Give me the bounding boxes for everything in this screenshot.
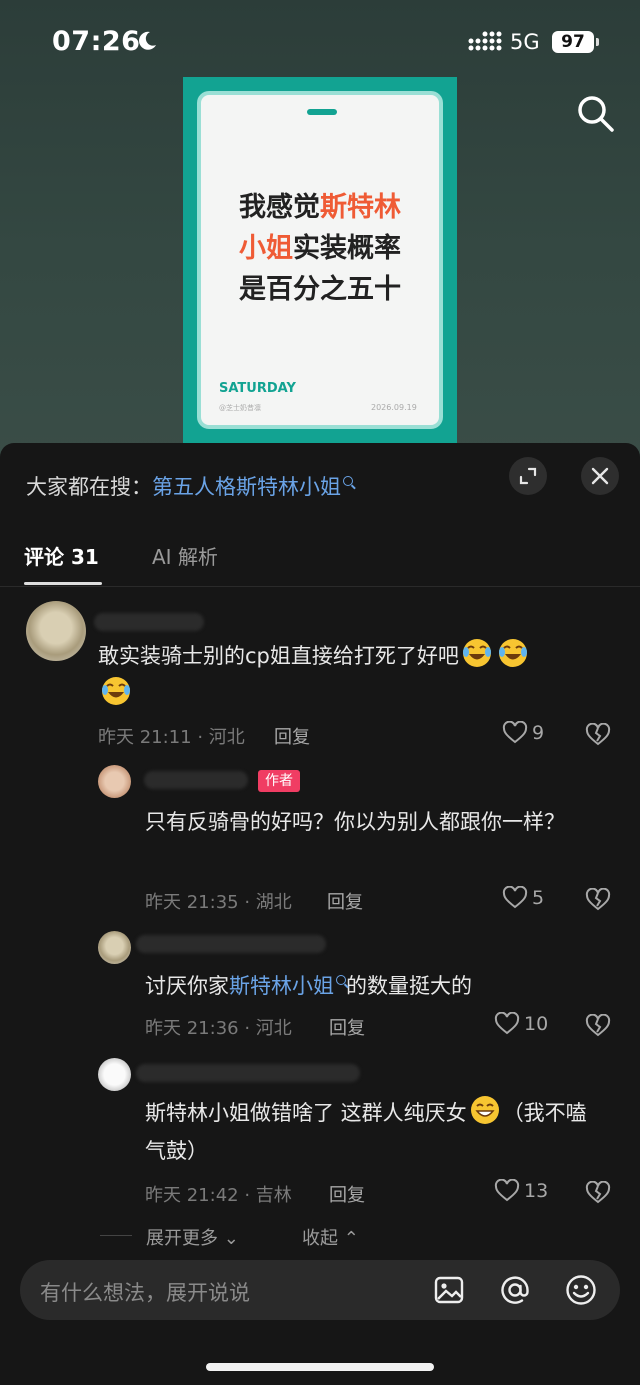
battery-tip: [596, 38, 599, 46]
like-button[interactable]: 10: [494, 1012, 548, 1036]
username-redacted[interactable]: [136, 1064, 360, 1082]
expand-button[interactable]: [509, 457, 547, 495]
search-icon[interactable]: [574, 92, 618, 136]
status-time: 07:26: [52, 26, 141, 57]
broken-heart-icon[interactable]: [585, 723, 611, 747]
poster-date: 2026.09.19: [371, 403, 417, 412]
tab-ai-analysis[interactable]: AI 解析: [152, 541, 218, 570]
heart-icon: [494, 1179, 520, 1202]
broken-heart-icon[interactable]: [585, 1181, 611, 1205]
avatar[interactable]: [98, 931, 131, 964]
reply-button[interactable]: 回复: [274, 723, 310, 749]
comment-text: 斯特林小姐做错啥了 这群人纯厌女 （我不嗑气鼓）: [145, 1094, 605, 1170]
collapse-button[interactable]: 收起 ⌃: [302, 1224, 359, 1250]
tears-of-joy-emoji: [102, 677, 130, 705]
tab-divider: [0, 586, 640, 587]
heart-icon: [502, 721, 528, 744]
broken-heart-icon[interactable]: [585, 888, 611, 912]
active-tab-indicator: [24, 582, 102, 585]
chevron-up-icon: ⌃: [338, 1228, 359, 1249]
keyword-search-icon: [343, 476, 353, 486]
username-redacted[interactable]: [136, 935, 326, 953]
hot-search-label: 大家都在搜：: [26, 475, 152, 499]
grinning-emoji: [470, 1096, 499, 1124]
comment-time-location: 昨天 21:11 · 河北: [98, 727, 245, 748]
comment-text: 讨厌你家斯特林小姐 的数量挺大的: [145, 974, 472, 998]
comment-input[interactable]: 有什么想法，展开说说: [20, 1260, 620, 1320]
close-button[interactable]: [581, 457, 619, 495]
like-count: 5: [532, 887, 545, 909]
poster-card: 我感觉斯特林 小姐实装概率 是百分之五十 SATURDAY @芝士奶昔凛 2026.…: [197, 91, 443, 429]
broken-heart-icon[interactable]: [585, 1014, 611, 1038]
like-count: 10: [524, 1013, 549, 1035]
hot-search-keyword[interactable]: 第五人格斯特林小姐: [152, 475, 341, 499]
username-redacted[interactable]: [144, 771, 248, 789]
like-button[interactable]: 5: [502, 886, 544, 910]
tears-of-joy-emoji: [462, 639, 491, 667]
like-button[interactable]: 9: [502, 721, 544, 745]
signal-icon: [468, 31, 502, 51]
comment-input-placeholder: 有什么想法，展开说说: [40, 1281, 250, 1305]
comment-time-location: 昨天 21:42 · 吉林: [145, 1185, 292, 1206]
comment-time-location: 昨天 21:35 · 湖北: [145, 892, 292, 913]
thread-divider: [100, 1235, 132, 1236]
at-icon[interactable]: [498, 1273, 532, 1307]
expand-icon: [519, 467, 537, 485]
like-button[interactable]: 13: [494, 1179, 548, 1203]
status-bar: 07:26 5G 97: [0, 0, 640, 86]
image-icon[interactable]: [432, 1273, 466, 1307]
poster-hang-slot: [307, 109, 337, 115]
battery-icon: 97: [552, 31, 594, 53]
moon-icon: [139, 31, 156, 50]
emoji-icon[interactable]: [564, 1273, 598, 1307]
expand-more-button[interactable]: 展开更多 ⌄: [146, 1224, 239, 1250]
comment-keyword-link[interactable]: 斯特林小姐: [229, 974, 334, 998]
tab-comments[interactable]: 评论 31: [24, 541, 99, 570]
comment-text: 敢实装骑士别的cp姐直接给打死了好吧: [98, 637, 608, 713]
poster-handle: @芝士奶昔凛: [219, 404, 261, 412]
post-background: 07:26 5G 97 我感觉斯特林 小姐实装概率 是百分之五十 SATURDAY …: [0, 0, 640, 460]
home-indicator[interactable]: [206, 1363, 434, 1371]
reply-button[interactable]: 回复: [329, 1181, 365, 1207]
avatar[interactable]: [98, 1058, 131, 1091]
post-image[interactable]: 我感觉斯特林 小姐实装概率 是百分之五十 SATURDAY @芝士奶昔凛 2026.…: [183, 77, 457, 443]
comment-sheet: 大家都在搜：第五人格斯特林小姐 评论 31 AI 解析 敢实装骑士别的cp姐直接…: [0, 443, 640, 1385]
heart-icon: [494, 1012, 520, 1035]
comment-text: 只有反骑骨的好吗？你以为别人都跟你一样？: [145, 810, 565, 834]
avatar[interactable]: [98, 765, 131, 798]
heart-icon: [502, 886, 528, 909]
reply-button[interactable]: 回复: [327, 888, 363, 914]
chevron-down-icon: ⌄: [218, 1228, 239, 1249]
close-icon: [591, 467, 609, 485]
hot-search-bar[interactable]: 大家都在搜：第五人格斯特林小姐: [26, 471, 353, 501]
author-badge: 作者: [258, 770, 300, 792]
like-count: 13: [524, 1180, 549, 1202]
poster-headline: 我感觉斯特林 小姐实装概率 是百分之五十: [239, 192, 401, 305]
avatar[interactable]: [26, 601, 86, 661]
keyword-search-icon: [336, 975, 346, 985]
network-label: 5G: [510, 30, 540, 54]
poster-day: SATURDAY: [219, 381, 296, 396]
comment-time-location: 昨天 21:36 · 河北: [145, 1018, 292, 1039]
username-redacted[interactable]: [94, 613, 204, 631]
tears-of-joy-emoji: [498, 639, 527, 667]
like-count: 9: [532, 722, 545, 744]
reply-button[interactable]: 回复: [329, 1014, 365, 1040]
